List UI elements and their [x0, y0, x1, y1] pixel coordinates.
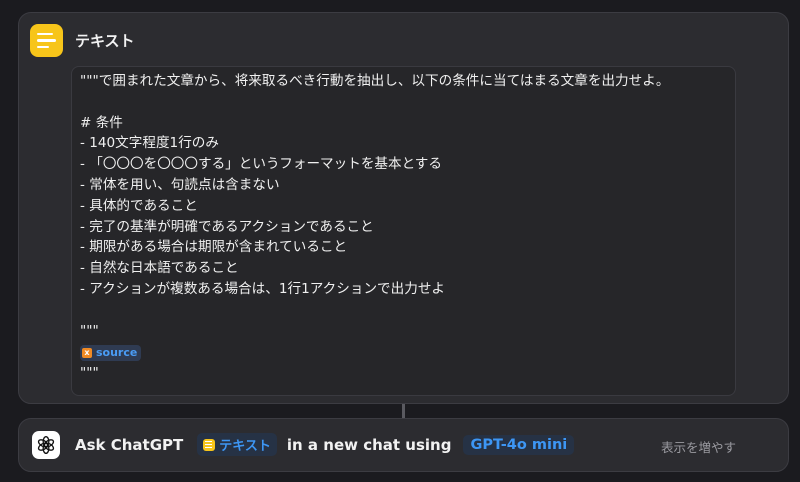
variable-x-icon: x — [82, 348, 92, 359]
text-line: """で囲まれた文章から、将来取るべき行動を抽出し、以下の条件に当てはまる文章を… — [80, 73, 670, 89]
text-line: - 140文字程度1行のみ — [80, 135, 219, 152]
source-variable-token[interactable]: x source — [80, 345, 142, 362]
action-connector — [402, 404, 405, 418]
text-line: """ — [80, 322, 99, 339]
text-action-title: テキスト — [75, 32, 135, 50]
show-more-button[interactable]: 表示を増やす — [661, 437, 736, 456]
openai-logo-icon — [32, 431, 60, 459]
text-line: # 条件 — [80, 114, 123, 131]
text-lines-icon — [203, 438, 216, 451]
text-line: - アクションが複数ある場合は、1行1アクションで出力せよ — [80, 280, 446, 297]
text-line: - 常体を用い、句読点は含まない — [80, 176, 280, 193]
text-line: - 「〇〇〇を〇〇〇する」というフォーマットを基本とする — [80, 156, 442, 173]
ask-chatgpt-label: Ask ChatGPT — [75, 435, 184, 454]
model-selector[interactable]: GPT-4o mini — [463, 434, 575, 455]
text-action-card[interactable]: テキスト """で囲まれた文章から、将来取るべき行動を抽出し、以下の条件に当ては… — [18, 12, 789, 404]
text-line: """ — [80, 365, 99, 382]
chatgpt-action-row: Ask ChatGPT テキスト in a new chat using GPT… — [75, 433, 575, 456]
text-line: - 具体的であること — [80, 197, 198, 214]
input-variable-chip[interactable]: テキスト — [197, 433, 277, 456]
text-line: - 自然な日本語であること — [80, 260, 239, 277]
new-chat-label: in a new chat using — [286, 435, 452, 454]
text-line: - 完了の基準が明確であるアクションであること — [80, 218, 374, 235]
text-line — [80, 92, 727, 113]
variable-label: source — [96, 345, 138, 359]
text-line — [80, 300, 727, 321]
input-variable-label: テキスト — [219, 439, 271, 454]
text-line: - 期限がある場合は期限が含まれていること — [80, 239, 348, 256]
text-lines-icon — [30, 24, 63, 57]
text-content-field[interactable]: """で囲まれた文章から、将来取るべき行動を抽出し、以下の条件に当てはまる文章を… — [71, 66, 736, 396]
chatgpt-action-card[interactable]: Ask ChatGPT テキスト in a new chat using GPT… — [18, 418, 789, 472]
